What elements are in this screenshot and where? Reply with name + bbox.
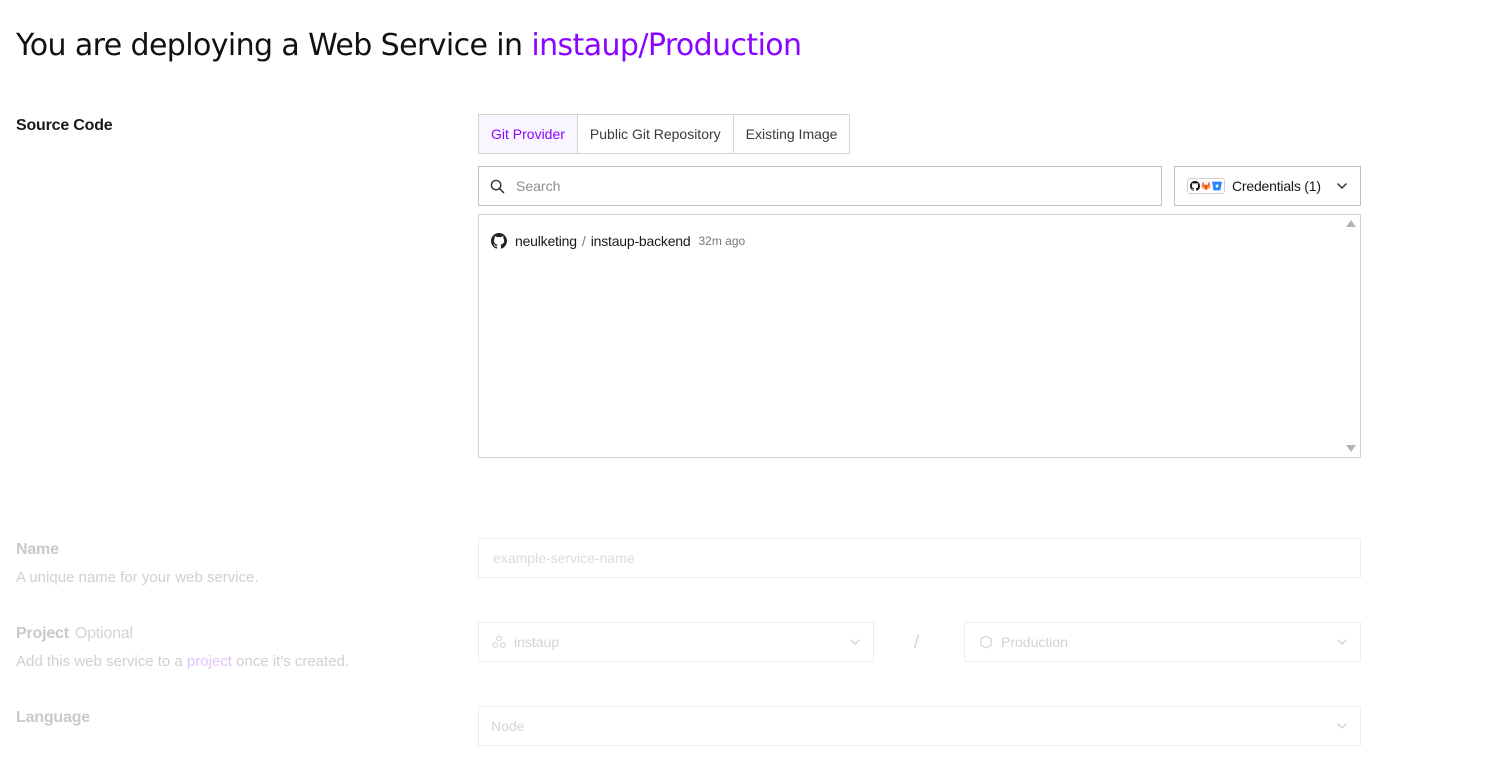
repo-name: instaup-backend — [590, 233, 691, 249]
search-input[interactable] — [514, 177, 1118, 195]
project-label: Project Optional — [16, 625, 133, 643]
repo-updated-time: 32m ago — [698, 234, 746, 248]
project-environment-separator: / — [914, 632, 920, 652]
language-label: Language — [16, 709, 90, 726]
environment-select[interactable]: Production — [964, 622, 1361, 662]
project-label-text: Project — [16, 625, 69, 642]
service-name-input[interactable] — [491, 549, 1345, 567]
scroll-down-arrow[interactable] — [1346, 445, 1356, 452]
list-item[interactable]: neulketing / instaup-backend 32m ago — [491, 233, 745, 249]
search-icon — [490, 178, 506, 194]
credentials-dropdown[interactable]: Credentials (1) — [1174, 166, 1361, 206]
provider-icons — [1187, 178, 1225, 194]
github-icon — [491, 233, 507, 249]
repo-search-box[interactable] — [478, 166, 1162, 206]
repository-list[interactable]: neulketing / instaup-backend 32m ago — [478, 214, 1361, 458]
credentials-label: Credentials (1) — [1232, 178, 1321, 194]
chevron-down-icon — [1336, 636, 1348, 648]
environment-value: Production — [1001, 634, 1068, 650]
chevron-down-icon — [849, 636, 861, 648]
project-link[interactable]: project — [187, 653, 232, 670]
github-icon — [1190, 181, 1200, 191]
project-value: instaup — [514, 634, 560, 650]
chevron-down-icon — [1336, 720, 1348, 732]
chevron-down-icon — [1336, 180, 1348, 192]
project-description: Add this web service to a project once i… — [16, 653, 349, 670]
scroll-up-arrow[interactable] — [1346, 220, 1356, 227]
repo-owner: neulketing — [515, 233, 577, 249]
source-code-label: Source Code — [16, 117, 113, 134]
project-select[interactable]: instaup — [478, 622, 874, 662]
language-value: Node — [491, 718, 525, 734]
environment-icon — [979, 635, 993, 649]
tab-public-git-repository[interactable]: Public Git Repository — [578, 115, 734, 153]
optional-tag: Optional — [74, 625, 133, 642]
bitbucket-icon — [1212, 181, 1222, 191]
project-icon — [492, 635, 506, 649]
name-field[interactable] — [478, 538, 1361, 578]
page-title: You are deploying a Web Service in insta… — [16, 28, 802, 63]
project-desc-before: Add this web service to a — [16, 653, 187, 670]
workspace-link[interactable]: instaup/Production — [531, 28, 802, 63]
project-desc-after: once it's created. — [231, 653, 350, 670]
name-label: Name — [16, 541, 59, 558]
source-tabs: Git Provider Public Git Repository Exist… — [478, 114, 851, 154]
language-select[interactable]: Node — [478, 706, 1361, 746]
tab-existing-image[interactable]: Existing Image — [734, 115, 850, 153]
tab-git-provider[interactable]: Git Provider — [479, 115, 578, 153]
title-prefix: You are deploying a Web Service in — [16, 28, 532, 63]
gitlab-icon — [1201, 181, 1211, 191]
repo-separator: / — [581, 233, 586, 249]
name-description: A unique name for your web service. — [16, 569, 259, 586]
